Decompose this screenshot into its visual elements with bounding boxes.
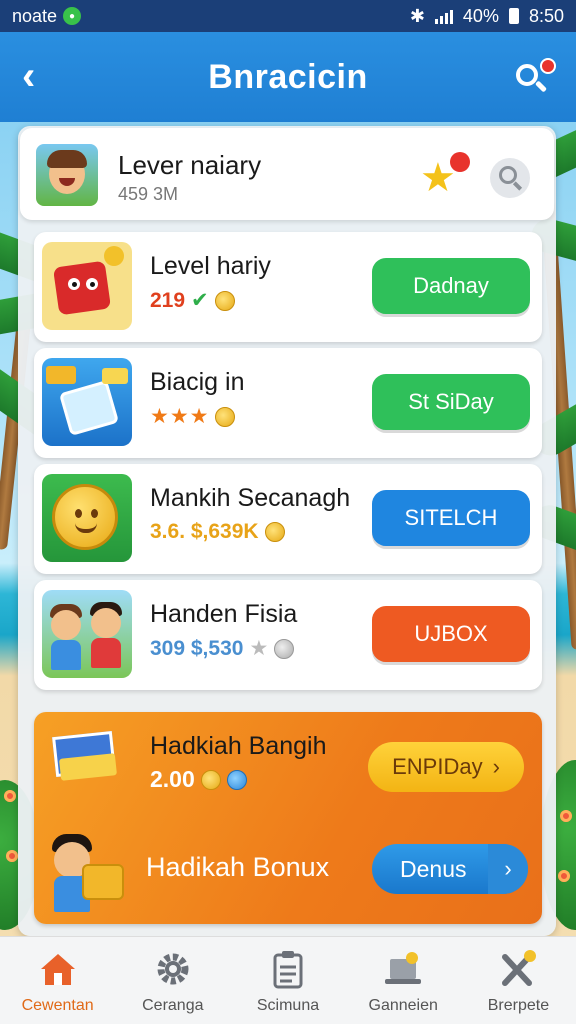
bonus-title-2: Hadikah Bonux bbox=[146, 852, 330, 882]
chevron-right-icon: › bbox=[488, 844, 528, 894]
nav-label: Ceranga bbox=[142, 997, 204, 1014]
flower bbox=[560, 810, 572, 822]
list-item[interactable]: Handen Fisia 309 $,530 ★ UJBOX bbox=[34, 580, 542, 690]
ticket-icon bbox=[52, 730, 124, 788]
flower bbox=[6, 850, 18, 862]
gear-icon bbox=[152, 949, 194, 989]
item-meta: 309 $,530 ★ bbox=[150, 636, 295, 661]
star-badge bbox=[450, 152, 470, 172]
list-item[interactable]: Biacig in ★★★ St SiDay bbox=[34, 348, 542, 458]
nav-item-ganneien[interactable]: Ganneien bbox=[346, 937, 461, 1024]
battery-icon bbox=[508, 8, 519, 24]
bottom-nav: Cewentan Ceranga Scimuna Ganneien Brerpe… bbox=[0, 936, 576, 1024]
coin-icon bbox=[214, 290, 235, 311]
dadnay-button[interactable]: Dadnay bbox=[372, 258, 530, 314]
nav-label: Ganneien bbox=[368, 997, 438, 1014]
st-siday-button[interactable]: St SiDay bbox=[372, 374, 530, 430]
nav-label: Brerpete bbox=[487, 997, 550, 1014]
game-thumbnail bbox=[42, 474, 132, 562]
item-score: 309 $,530 bbox=[150, 636, 244, 660]
list-item[interactable]: Mankih Secanagh 3.6. $,639K SITELCH bbox=[34, 464, 542, 574]
battery-percent: 40% bbox=[462, 5, 499, 26]
clock: 8:50 bbox=[528, 5, 564, 26]
coin-icon bbox=[200, 769, 221, 790]
profile-name: Lever naiary bbox=[118, 150, 262, 180]
nav-item-brerpete[interactable]: Brerpete bbox=[461, 937, 576, 1024]
flower bbox=[558, 870, 570, 882]
coin-icon bbox=[274, 638, 295, 659]
gem-icon bbox=[226, 769, 247, 790]
notification-icon: ● bbox=[63, 7, 82, 25]
item-title: Handen Fisia bbox=[150, 600, 298, 628]
item-title: Level hariy bbox=[150, 252, 271, 280]
enpiday-label: ENPIDay bbox=[392, 754, 483, 779]
search-icon[interactable] bbox=[514, 58, 556, 96]
search-icon[interactable] bbox=[490, 158, 530, 198]
nav-label: Scimuna bbox=[256, 997, 320, 1014]
item-title: Biacig in bbox=[150, 368, 245, 396]
list-item[interactable]: Level hariy 219 ✔ Dadnay bbox=[34, 232, 542, 342]
back-arrow-icon[interactable]: ‹ bbox=[22, 56, 58, 98]
nav-item-cewentan[interactable]: Cewentan bbox=[0, 937, 115, 1024]
check-icon: ✔ bbox=[191, 289, 209, 312]
chevron-right-icon: › bbox=[492, 754, 500, 779]
home-icon bbox=[37, 949, 79, 989]
sitelch-button[interactable]: SITELCH bbox=[372, 490, 530, 546]
bluetooth-icon: ✱ bbox=[409, 5, 425, 26]
coin-icon bbox=[215, 406, 236, 427]
profile-subtitle: 459 3M bbox=[118, 184, 179, 204]
item-title: Mankih Secanagh bbox=[150, 484, 351, 512]
nav-item-scimuna[interactable]: Scimuna bbox=[230, 937, 345, 1024]
laptop-icon bbox=[382, 949, 424, 989]
profile-card[interactable]: Lever naiary 459 3M ★ bbox=[20, 128, 554, 220]
denus-label: Denus bbox=[400, 855, 467, 882]
bonus-character bbox=[48, 830, 128, 914]
bonus-value: 2.00 bbox=[150, 766, 195, 792]
enpiday-button[interactable]: ENPIDay › bbox=[368, 742, 524, 792]
item-score: 219 bbox=[150, 288, 186, 312]
flower bbox=[4, 790, 16, 802]
nav-label: Cewentan bbox=[21, 997, 94, 1014]
signal-icon bbox=[434, 8, 453, 24]
denus-button[interactable]: Denus › bbox=[372, 844, 528, 894]
tools-icon bbox=[497, 949, 539, 989]
rating-stars-icon: ★★★ bbox=[150, 405, 210, 428]
app-header: ‹ Bnracicin bbox=[0, 32, 576, 122]
nav-item-ceranga[interactable]: Ceranga bbox=[115, 937, 230, 1024]
status-bar: noate ● ✱ 40% 8:50 bbox=[0, 0, 576, 32]
bonus-meta: 2.00 bbox=[150, 766, 247, 793]
main-panel: Lever naiary 459 3M ★ Level hariy 219 ✔ … bbox=[18, 126, 556, 936]
game-thumbnail bbox=[42, 358, 132, 446]
item-meta: 3.6. $,639K bbox=[150, 520, 285, 544]
notification-badge bbox=[540, 58, 556, 74]
game-thumbnail bbox=[42, 590, 132, 678]
item-meta: ★★★ bbox=[150, 404, 236, 429]
bonus-card: Hadkiah Bangih 2.00 ENPIDay › Hadikah Bo… bbox=[34, 712, 542, 924]
carrier-label: noate bbox=[12, 5, 58, 26]
coin-icon bbox=[264, 522, 285, 542]
item-meta: 219 ✔ bbox=[150, 288, 235, 313]
item-score: 3.6. $,639K bbox=[150, 520, 259, 543]
avatar[interactable] bbox=[36, 144, 98, 206]
bonus-title: Hadkiah Bangih bbox=[150, 732, 327, 760]
page-title: Bnracicin bbox=[208, 57, 368, 96]
game-thumbnail bbox=[42, 242, 132, 330]
ujbox-button[interactable]: UJBOX bbox=[372, 606, 530, 662]
clipboard-icon bbox=[267, 949, 309, 989]
star-icon: ★ bbox=[249, 637, 269, 660]
